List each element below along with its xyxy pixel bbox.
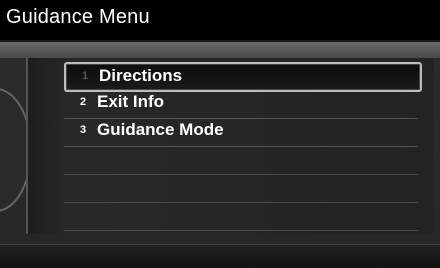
menu-item-guidance-mode[interactable]: 3 Guidance Mode [64,118,418,147]
title-bar: Guidance Menu [0,0,440,42]
menu-item-number: 1 [82,70,89,82]
menu-item-label: Directions [99,66,183,85]
menu-item-exit-info[interactable]: 2 Exit Info [64,90,418,119]
menu-item-number: 3 [80,124,87,136]
menu-empty-row [64,202,418,231]
guidance-menu-screen: Guidance Menu 1 Directions 2 Exit Info 3… [0,0,440,268]
bottom-bar [0,244,440,268]
menu-item-directions[interactable]: 1 Directions [64,62,422,92]
bezel-top [0,42,440,58]
menu-item-label: Guidance Mode [97,120,224,139]
page-title: Guidance Menu [6,6,150,28]
menu-empty-row [64,146,418,175]
menu-item-label: Exit Info [97,92,165,111]
menu-empty-row [64,174,418,203]
menu-item-number: 2 [80,96,87,108]
